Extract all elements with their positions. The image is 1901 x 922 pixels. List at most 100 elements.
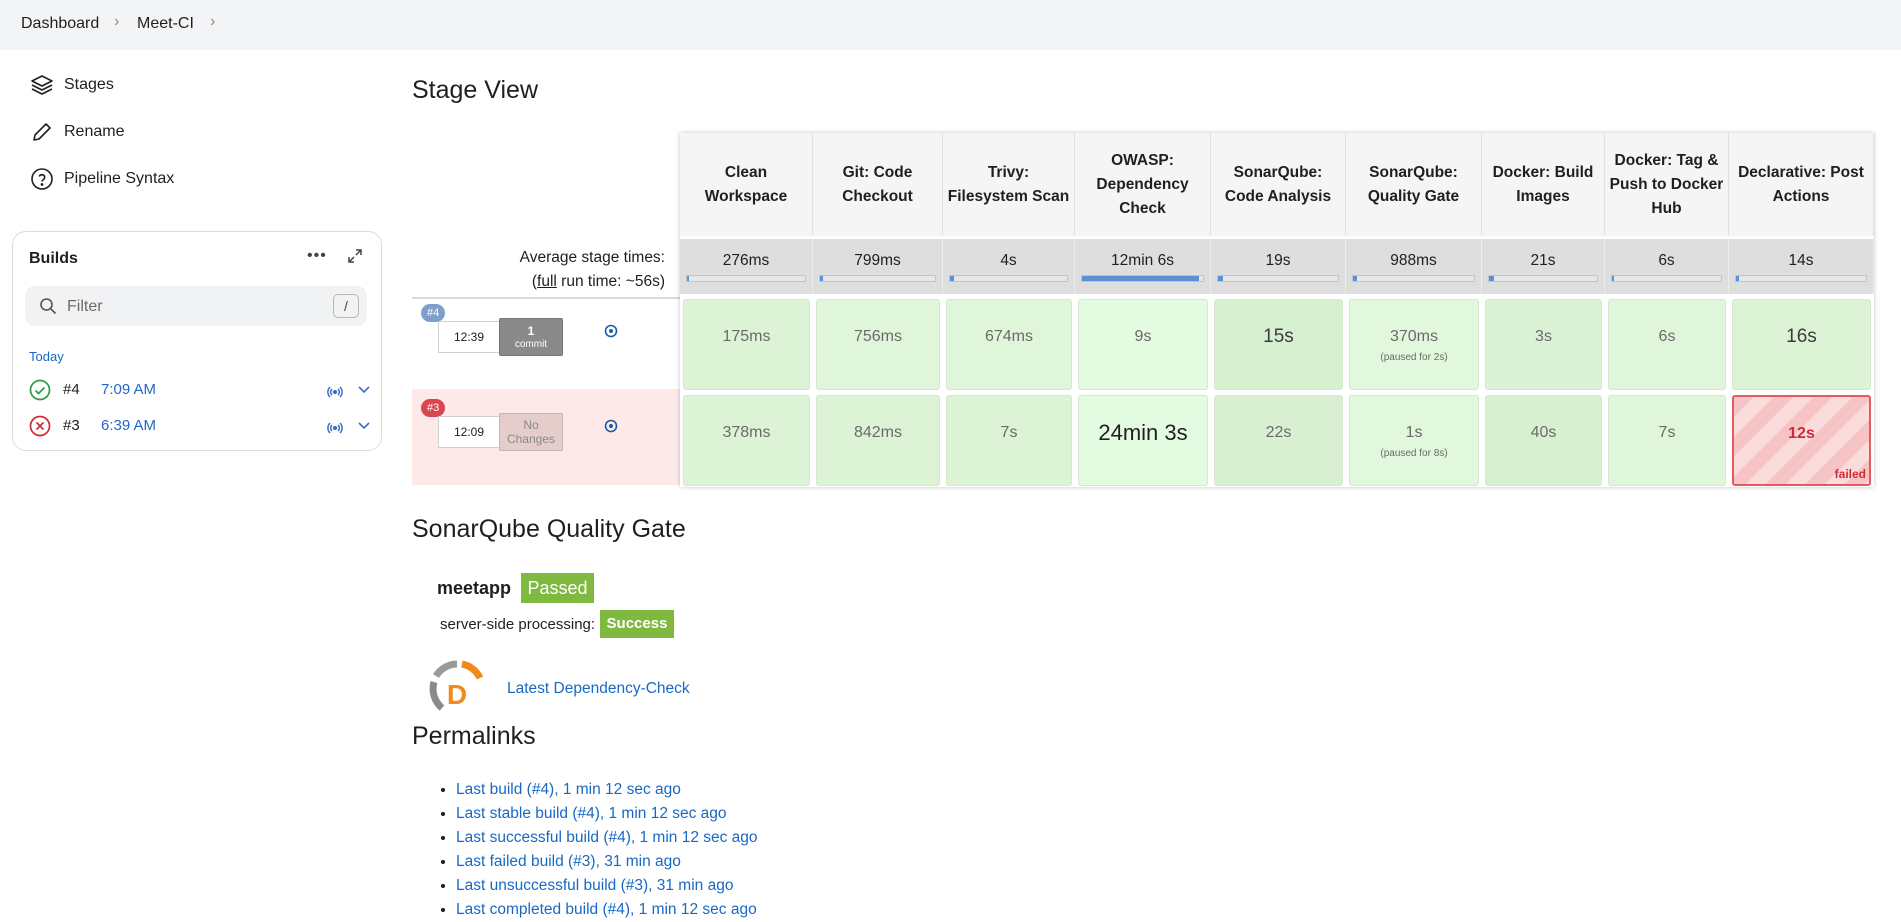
- permalink-last-stable-build[interactable]: Last stable build (#4), 1 min 12 sec ago: [456, 802, 758, 826]
- build-item-4[interactable]: #4 7:09 AM: [29, 377, 371, 406]
- sidebar-item-pipeline-syntax[interactable]: Pipeline Syntax: [30, 166, 174, 192]
- avg-bar-fill: [950, 276, 954, 281]
- builds-group-label: Today: [29, 349, 64, 364]
- stage-average: 799ms: [813, 239, 943, 294]
- avg-bar-fill: [1612, 276, 1615, 281]
- avg-bar-fill: [1489, 276, 1495, 281]
- stage-header: Git: Code Checkout: [813, 133, 943, 236]
- chevron-right-icon: ›: [114, 13, 120, 30]
- changes-box[interactable]: 1 commit: [499, 318, 563, 356]
- run-time-box: 12:39: [438, 321, 500, 353]
- quality-gate-status-badge[interactable]: Passed: [521, 573, 594, 603]
- failed-x-icon: [29, 415, 51, 442]
- avg-bar-fill: [1353, 276, 1357, 281]
- permalink-last-failed-build[interactable]: Last failed build (#3), 31 min ago: [456, 850, 758, 874]
- stage-average: 19s: [1211, 239, 1346, 294]
- stage-cell[interactable]: 842ms: [816, 395, 940, 486]
- stage-header: Docker: Build Images: [1482, 133, 1605, 236]
- permalinks-title: Permalinks: [412, 722, 536, 750]
- console-output-icon[interactable]: [604, 419, 618, 438]
- stage-header: Declarative: Post Actions: [1729, 133, 1874, 236]
- build-time[interactable]: 6:39 AM: [101, 417, 156, 434]
- stage-average: 988ms: [1346, 239, 1482, 294]
- build-time[interactable]: 7:09 AM: [101, 381, 156, 398]
- processing-status-badge: Success: [600, 610, 674, 638]
- build-number: #4: [63, 381, 80, 398]
- console-output-icon[interactable]: [604, 324, 618, 343]
- stage-cell[interactable]: 370ms (paused for 2s): [1349, 299, 1479, 390]
- stage-header: SonarQube: Quality Gate: [1346, 133, 1482, 236]
- run-time-box: 12:09: [438, 416, 500, 448]
- stage-view-title: Stage View: [412, 76, 539, 104]
- processing-label: server-side processing:: [440, 616, 596, 633]
- chevron-down-icon[interactable]: [357, 418, 371, 437]
- permalink-last-build[interactable]: Last build (#4), 1 min 12 sec ago: [456, 778, 758, 802]
- help-circle-icon: [30, 167, 54, 191]
- layers-icon: [30, 73, 54, 97]
- dependency-check-link[interactable]: Latest Dependency-Check: [507, 680, 690, 698]
- sidebar-item-stages[interactable]: Stages: [30, 72, 114, 98]
- permalink-last-completed-build[interactable]: Last completed build (#4), 1 min 12 sec …: [456, 898, 758, 922]
- sidebar-item-label: Pipeline Syntax: [64, 170, 175, 187]
- stage-average: 276ms: [680, 239, 813, 294]
- stage-cell[interactable]: 3s: [1485, 299, 1602, 390]
- chevron-right-icon[interactable]: ›: [210, 13, 215, 31]
- stage-cell[interactable]: 24min 3s: [1078, 395, 1208, 486]
- stage-header: Clean Workspace: [680, 133, 813, 236]
- stage-header: OWASP: Dependency Check: [1075, 133, 1211, 236]
- run-badge-3[interactable]: #3: [421, 399, 446, 417]
- stage-cell[interactable]: 378ms: [683, 395, 810, 486]
- filter-input[interactable]: Filter /: [25, 286, 367, 326]
- stage-cell[interactable]: 1s (paused for 8s): [1349, 395, 1479, 486]
- stage-average: 14s: [1729, 239, 1874, 294]
- build-item-3[interactable]: #3 6:39 AM: [29, 413, 371, 442]
- builds-title: Builds: [29, 250, 78, 267]
- stage-header: Docker: Tag & Push to Docker Hub: [1605, 133, 1729, 236]
- pencil-icon: [30, 120, 54, 144]
- console-broadcast-icon[interactable]: [327, 380, 347, 405]
- failed-label: failed: [1834, 467, 1866, 481]
- expand-icon[interactable]: [347, 248, 363, 269]
- chevron-down-icon[interactable]: [357, 382, 371, 401]
- no-changes-box: No Changes: [499, 413, 563, 451]
- sidebar-item-rename[interactable]: Rename: [30, 119, 124, 145]
- avg-bar-fill: [820, 276, 824, 281]
- stage-cell[interactable]: 674ms: [946, 299, 1072, 390]
- stage-cell[interactable]: 22s: [1214, 395, 1343, 486]
- stage-cell[interactable]: 756ms: [816, 299, 940, 390]
- full-run-link[interactable]: full: [537, 273, 557, 290]
- stage-header: Trivy: Filesystem Scan: [943, 133, 1075, 236]
- project-name: meetapp: [437, 578, 512, 598]
- permalink-last-successful-build[interactable]: Last successful build (#4), 1 min 12 sec…: [456, 826, 758, 850]
- stage-cell[interactable]: 7s: [946, 395, 1072, 486]
- avg-bar-fill: [687, 276, 690, 281]
- builds-panel: Builds ••• Filter / Today #4 7:09 AM #3 …: [12, 231, 382, 451]
- sidebar-item-label: Rename: [64, 123, 125, 140]
- permalink-last-unsuccessful-build[interactable]: Last unsuccessful build (#3), 31 min ago: [456, 874, 758, 898]
- more-icon[interactable]: •••: [307, 247, 327, 265]
- stage-cell[interactable]: 15s: [1214, 299, 1343, 390]
- average-stage-times-label: Average stage times: (full run time: ~56…: [519, 249, 665, 290]
- stage-cell[interactable]: 175ms: [683, 299, 810, 390]
- console-broadcast-icon[interactable]: [327, 416, 347, 441]
- stage-cell[interactable]: 7s: [1608, 395, 1726, 486]
- run-badge-4[interactable]: #4: [421, 304, 446, 322]
- stage-cell[interactable]: 9s: [1078, 299, 1208, 390]
- breadcrumb-meet-ci[interactable]: Meet-CI: [137, 15, 194, 33]
- stage-cell-failed[interactable]: 12s failed: [1732, 395, 1871, 486]
- avg-bar-fill: [1736, 276, 1739, 281]
- success-check-icon: [29, 379, 51, 406]
- breadcrumb-dashboard[interactable]: Dashboard: [21, 15, 99, 33]
- filter-placeholder: Filter: [67, 298, 103, 315]
- permalinks-list: Last build (#4), 1 min 12 sec ago Last s…: [434, 778, 758, 922]
- svg-text:D: D: [447, 679, 467, 710]
- build-number: #3: [63, 417, 80, 434]
- avg-bar-fill: [1082, 276, 1200, 281]
- stage-cell[interactable]: 16s: [1732, 299, 1871, 390]
- stage-cell[interactable]: 40s: [1485, 395, 1602, 486]
- keyboard-shortcut-badge: /: [333, 294, 359, 318]
- top-bar: Dashboard › Meet-CI ›: [0, 0, 1901, 50]
- stage-cell[interactable]: 6s: [1608, 299, 1726, 390]
- stage-average: 21s: [1482, 239, 1605, 294]
- stage-average: 6s: [1605, 239, 1729, 294]
